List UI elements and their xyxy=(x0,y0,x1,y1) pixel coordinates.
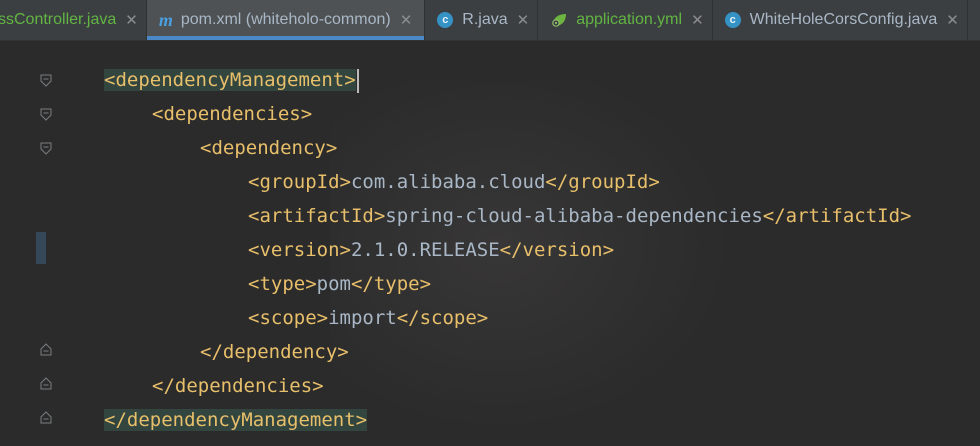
xml-tag: <artifactId> xyxy=(248,205,386,227)
xml-tag: </artifactId> xyxy=(762,205,912,227)
code-line-3: <dependency> xyxy=(200,131,337,165)
tab-label: pom.xml (whiteholo-common) xyxy=(180,11,391,28)
code-line-5: <artifactId>spring-cloud-alibaba-depende… xyxy=(248,199,912,233)
code-line-6: <version>2.1.0.RELEASE</version> xyxy=(248,233,614,267)
xml-tag: <dependencies> xyxy=(152,103,313,125)
xml-tag: </groupId> xyxy=(545,171,660,193)
xml-tag: <type> xyxy=(248,273,317,295)
tab-label: application.yml xyxy=(576,11,683,28)
tab-whiteholecorsconfig-java[interactable]: c WhiteHoleCorsConfig.java ✕ xyxy=(713,0,968,40)
code-line-2: <dependencies> xyxy=(152,97,312,131)
tab-label: R.java xyxy=(462,11,508,28)
code-line-10: </dependencies> xyxy=(152,369,324,403)
xml-tag: </dependencies> xyxy=(152,375,324,397)
tab-label: ssController.java xyxy=(0,11,117,28)
code-line-11: </dependencyManagement> xyxy=(104,403,368,437)
code-line-7: <type>pom</type> xyxy=(248,267,431,301)
xml-tag: </type> xyxy=(350,273,432,295)
xml-value: spring-cloud-alibaba-dependencies xyxy=(385,205,763,227)
code-line-1: <dependencyManagement> xyxy=(104,63,359,97)
maven-m-icon: m xyxy=(158,9,173,30)
xml-tag: </scope> xyxy=(396,307,489,329)
xml-tag: <dependency> xyxy=(200,137,338,159)
tab-r-java[interactable]: c R.java ✕ xyxy=(425,0,539,40)
editor-tab-bar: ssController.java ✕ m pom.xml (whiteholo… xyxy=(0,0,980,41)
close-icon[interactable]: ✕ xyxy=(691,11,704,29)
class-c-icon: c xyxy=(724,12,741,28)
close-icon[interactable]: ✕ xyxy=(400,11,413,29)
text-caret xyxy=(356,68,359,93)
close-icon[interactable]: ✕ xyxy=(517,11,530,29)
close-icon[interactable]: ✕ xyxy=(946,11,959,29)
code-line-4: <groupId>com.alibaba.cloud</groupId> xyxy=(248,165,660,199)
tab-label: WhiteHoleCorsConfig.java xyxy=(749,11,938,28)
class-c-icon: c xyxy=(437,12,454,28)
tab-pom-xml[interactable]: m pom.xml (whiteholo-common) ✕ xyxy=(146,0,426,40)
xml-value: pom xyxy=(316,273,351,295)
xml-value: 2.1.0.RELEASE xyxy=(350,239,500,261)
tab-application-yml[interactable]: application.yml ✕ xyxy=(538,0,713,40)
spring-leaf-icon xyxy=(550,12,568,28)
xml-tag: <dependencyManagement> xyxy=(104,69,356,91)
xml-tag: </dependency> xyxy=(200,341,349,363)
close-icon[interactable]: ✕ xyxy=(125,11,138,29)
xml-value: com.alibaba.cloud xyxy=(350,171,546,193)
code-area[interactable]: <dependencyManagement> <dependencies> <d… xyxy=(0,41,980,446)
xml-value: import xyxy=(328,307,397,329)
xml-tag: <groupId> xyxy=(248,171,351,193)
tab-controller-java[interactable]: ssController.java ✕ xyxy=(0,0,147,40)
xml-tag: <scope> xyxy=(248,307,329,329)
xml-tag: <version> xyxy=(248,239,351,261)
code-line-8: <scope>import</scope> xyxy=(248,301,488,335)
xml-tag: </version> xyxy=(499,239,615,261)
xml-tag: </dependencyManagement> xyxy=(104,409,368,431)
code-editor[interactable]: <dependencyManagement> <dependencies> <d… xyxy=(0,41,980,446)
code-line-9: </dependency> xyxy=(200,335,349,369)
